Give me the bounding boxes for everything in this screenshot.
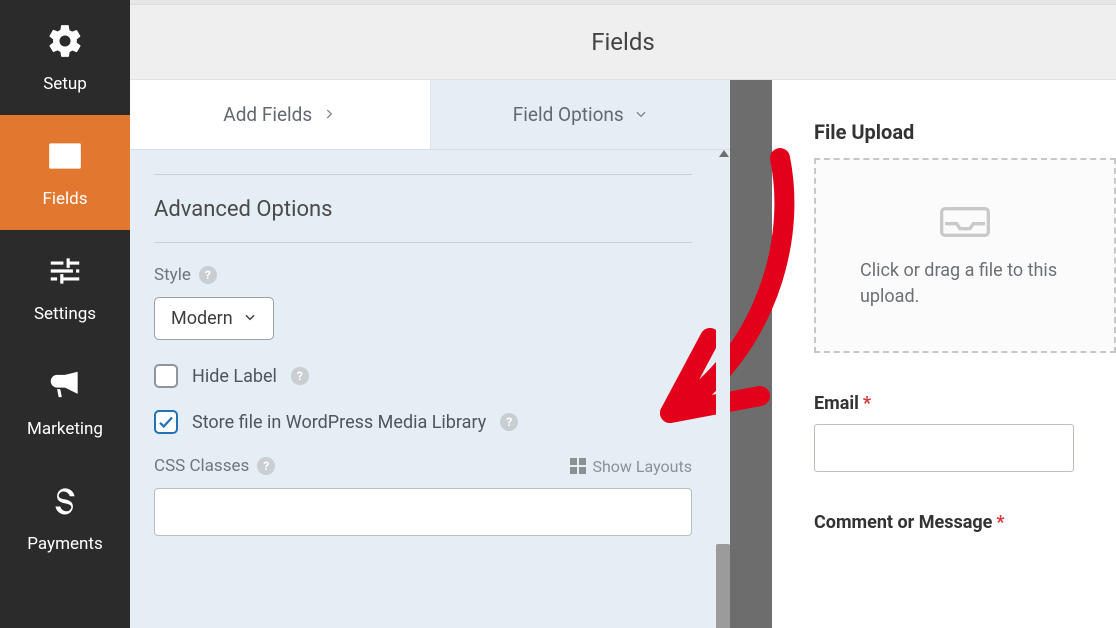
sidebar-label: Marketing — [27, 419, 103, 439]
options-column: Add Fields Field Options Advanced Option… — [130, 80, 730, 628]
comment-label: Comment or Message* — [814, 512, 1116, 533]
sidebar-label: Settings — [34, 304, 96, 324]
sidebar-label: Setup — [43, 74, 87, 94]
style-select[interactable]: Modern — [154, 297, 274, 340]
chevron-right-icon — [322, 103, 336, 126]
upload-hint: Click or drag a file to this upload. — [860, 258, 1070, 308]
tab-add-fields[interactable]: Add Fields — [130, 80, 431, 150]
tab-label: Field Options — [513, 103, 624, 126]
lbl-text: Email — [814, 393, 859, 414]
style-row: Style ? Modern — [154, 265, 692, 340]
hide-label-text: Hide Label — [192, 366, 277, 387]
form-preview: File Upload Click or drag a file to this… — [772, 80, 1116, 628]
scrollbar-thumb[interactable] — [716, 544, 730, 628]
help-icon[interactable]: ? — [257, 457, 275, 475]
sidebar-item-payments[interactable]: Payments — [0, 460, 130, 575]
chevron-down-icon — [243, 308, 257, 329]
grid-icon — [570, 458, 586, 474]
style-value: Modern — [171, 308, 233, 329]
main-area: Fields Add Fields Field Options Advanced… — [130, 0, 1116, 628]
email-label: Email* — [814, 393, 1116, 414]
sliders-icon — [46, 252, 84, 294]
divider — [154, 242, 692, 243]
sidebar-label: Fields — [42, 189, 87, 209]
body-row: Add Fields Field Options Advanced Option… — [130, 80, 1116, 628]
css-classes-row: CSS Classes ? Show Layouts — [154, 456, 692, 536]
sidebar-item-setup[interactable]: Setup — [0, 0, 130, 115]
store-media-checkbox[interactable] — [154, 410, 178, 434]
column-divider — [730, 80, 772, 628]
tab-field-options[interactable]: Field Options — [431, 80, 731, 150]
css-classes-input[interactable] — [154, 488, 692, 536]
required-asterisk: * — [996, 512, 1004, 533]
tab-label: Add Fields — [223, 103, 312, 126]
sidebar-label: Payments — [27, 534, 102, 554]
bullhorn-icon — [46, 367, 84, 409]
lbl-text: Comment or Message — [814, 512, 992, 533]
scroll-area: Advanced Options Style ? Modern — [130, 150, 730, 628]
required-asterisk: * — [863, 393, 871, 414]
sidebar-item-settings[interactable]: Settings — [0, 230, 130, 345]
section-title: Advanced Options — [154, 197, 692, 222]
hide-label-row: Hide Label ? — [154, 364, 692, 388]
field-options-panel: Advanced Options Style ? Modern — [130, 150, 716, 628]
lbl-text: CSS Classes — [154, 456, 249, 476]
style-label: Style ? — [154, 265, 217, 285]
inbox-icon — [938, 202, 992, 242]
help-icon[interactable]: ? — [500, 413, 518, 431]
store-media-row: Store file in WordPress Media Library ? — [154, 410, 692, 434]
css-label: CSS Classes ? — [154, 456, 275, 476]
sidebar-item-marketing[interactable]: Marketing — [0, 345, 130, 460]
lbl-text: Style — [154, 265, 191, 285]
store-media-text: Store file in WordPress Media Library — [192, 412, 486, 433]
sidebar-item-fields[interactable]: Fields — [0, 115, 130, 230]
show-layouts-button[interactable]: Show Layouts — [570, 457, 692, 476]
hide-label-checkbox[interactable] — [154, 364, 178, 388]
help-icon[interactable]: ? — [291, 367, 309, 385]
page-title: Fields — [130, 5, 1116, 80]
gear-icon — [46, 22, 84, 64]
builder-sidebar: Setup Fields Settings Marketing Payments — [0, 0, 130, 628]
upload-title: File Upload — [814, 120, 1116, 144]
email-input[interactable] — [814, 424, 1074, 472]
list-icon — [46, 137, 84, 179]
divider — [154, 174, 692, 175]
help-icon[interactable]: ? — [199, 266, 217, 284]
panel-tabs: Add Fields Field Options — [130, 80, 730, 150]
dollar-icon — [46, 482, 84, 524]
file-upload-dropzone[interactable]: Click or drag a file to this upload. — [814, 158, 1116, 353]
show-layouts-text: Show Layouts — [592, 457, 692, 476]
chevron-down-icon — [634, 103, 648, 126]
scrollbar[interactable] — [716, 150, 730, 628]
